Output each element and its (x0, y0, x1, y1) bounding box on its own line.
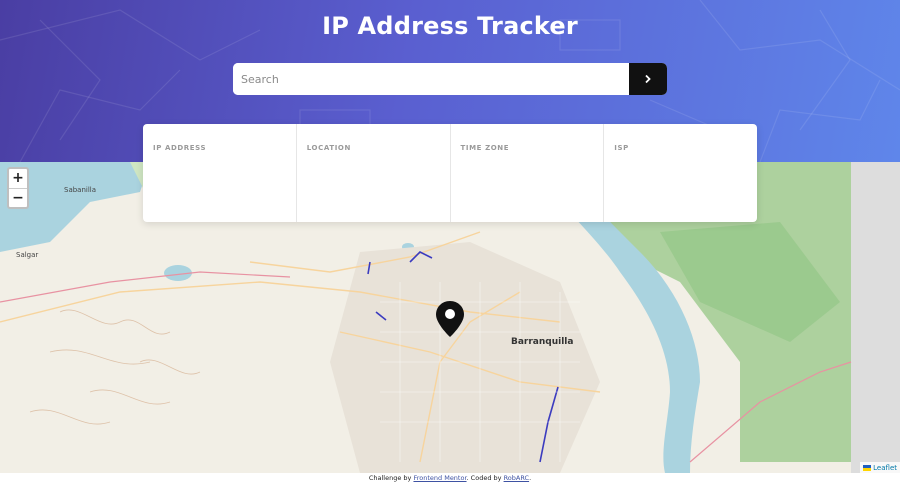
zoom-control: + − (7, 167, 29, 209)
footer-attribution: Challenge by Frontend Mentor. Coded by R… (0, 474, 900, 482)
time-zone-label: TIME ZONE (460, 144, 510, 152)
ip-address-section: IP ADDRESS (143, 124, 297, 222)
isp-section: ISP (604, 124, 757, 222)
leaflet-link[interactable]: Leaflet (873, 464, 897, 472)
location-pin-icon[interactable] (435, 300, 465, 338)
time-zone-section: TIME ZONE (451, 124, 605, 222)
location-section: LOCATION (297, 124, 451, 222)
zoom-in-button[interactable]: + (9, 169, 27, 189)
search-button[interactable] (629, 63, 667, 95)
author-link[interactable]: RobARC (504, 474, 530, 482)
city-label: Barranquilla (511, 337, 574, 347)
ukraine-flag-icon (863, 464, 872, 471)
ip-address-label: IP ADDRESS (153, 144, 207, 152)
chevron-right-icon (645, 74, 651, 84)
frontend-mentor-link[interactable]: Frontend Mentor (413, 474, 466, 482)
location-label: LOCATION (306, 144, 351, 152)
search-input[interactable] (233, 63, 629, 95)
page-title: IP Address Tracker (322, 12, 578, 40)
isp-label: ISP (614, 144, 629, 152)
footer-suffix: . (529, 474, 532, 482)
zoom-out-button[interactable]: − (9, 189, 27, 208)
search-bar (233, 63, 667, 95)
place-label-sabanilla: Sabanilla (64, 186, 97, 194)
ip-info-card: IP ADDRESS LOCATION TIME ZONE ISP (143, 124, 757, 222)
footer-prefix: Challenge by (368, 474, 414, 482)
map-attribution[interactable]: Leaflet (860, 462, 900, 473)
footer-middle: . Coded by (466, 474, 504, 482)
place-label-salgar: Salgar (16, 251, 39, 259)
